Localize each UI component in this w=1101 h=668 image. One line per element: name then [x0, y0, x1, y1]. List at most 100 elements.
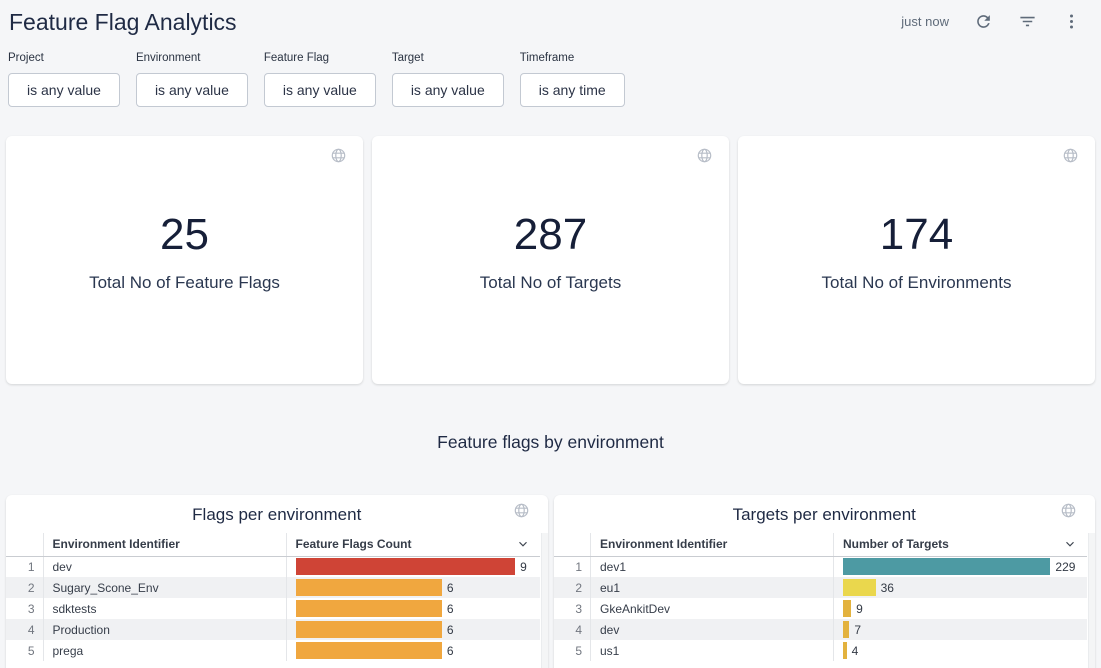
- value-bar[interactable]: [296, 558, 516, 575]
- table-row: 1dev1 229: [554, 556, 1088, 577]
- filter-label: Timeframe: [520, 52, 625, 64]
- filter-label: Feature Flag: [264, 52, 376, 64]
- table-row: 2Sugary_Scone_Env6: [6, 577, 540, 598]
- row-index: 4: [6, 619, 43, 640]
- environment-cell[interactable]: dev: [591, 619, 834, 640]
- kpi-card-feature-flags: 25 Total No of Feature Flags: [6, 136, 363, 384]
- column-header-environment[interactable]: Environment Identifier: [591, 533, 834, 556]
- table-row: 4Production 6: [6, 619, 540, 640]
- filter-timeframe-button[interactable]: is any time: [520, 73, 625, 107]
- filter-target: Target is any value: [392, 52, 504, 107]
- globe-icon: [330, 147, 347, 169]
- column-header-label: Number of Targets: [843, 537, 949, 551]
- chevron-down-icon[interactable]: [516, 537, 530, 554]
- value-cell[interactable]: 4: [834, 640, 1088, 661]
- column-header-environment[interactable]: Environment Identifier: [43, 533, 286, 556]
- table-title: Targets per environment: [554, 505, 1096, 525]
- value-cell[interactable]: 36: [834, 577, 1088, 598]
- filter-target-button[interactable]: is any value: [392, 73, 504, 107]
- value-cell[interactable]: 7: [834, 619, 1088, 640]
- environment-cell[interactable]: prega: [43, 640, 286, 661]
- globe-icon: [1062, 147, 1079, 169]
- filter-label: Project: [8, 52, 120, 64]
- row-index: 3: [554, 598, 591, 619]
- table-card-targets-per-environment: Targets per environment Environment Iden…: [554, 495, 1096, 668]
- bar-value-label: 6: [447, 602, 454, 616]
- row-index: 4: [554, 619, 591, 640]
- table-row: 4dev 7: [554, 619, 1088, 640]
- value-bar[interactable]: [843, 558, 1050, 575]
- kpi-label: Total No of Environments: [822, 273, 1012, 293]
- column-header-count[interactable]: Number of Targets: [834, 533, 1088, 556]
- environment-cell[interactable]: GkeAnkitDev: [591, 598, 834, 619]
- filter-icon[interactable]: [1017, 11, 1037, 31]
- table-scrollbar[interactable]: [1088, 533, 1095, 668]
- filter-project-button[interactable]: is any value: [8, 73, 120, 107]
- kpi-value: 174: [880, 213, 953, 257]
- kpi-card-environments: 174 Total No of Environments: [738, 136, 1095, 384]
- value-bar[interactable]: [843, 579, 876, 596]
- row-number-header: [6, 533, 43, 556]
- environment-cell[interactable]: dev1: [591, 556, 834, 577]
- targets-table: Environment Identifier Number of Targets…: [554, 533, 1088, 661]
- bar-value-label: 6: [447, 581, 454, 595]
- value-bar[interactable]: [296, 579, 442, 596]
- row-number-header: [554, 533, 591, 556]
- kpi-value: 287: [514, 213, 587, 257]
- dashboard-header: Feature Flag Analytics just now: [0, 0, 1101, 44]
- filter-label: Target: [392, 52, 504, 64]
- globe-icon: [696, 147, 713, 169]
- bar-value-label: 7: [854, 623, 861, 637]
- bar-value-label: 36: [881, 581, 894, 595]
- globe-icon: [513, 502, 530, 524]
- column-header-label: Feature Flags Count: [296, 537, 412, 551]
- table-title: Flags per environment: [6, 505, 548, 525]
- table-row: 5us14: [554, 640, 1088, 661]
- value-cell[interactable]: 229: [834, 556, 1088, 577]
- row-index: 1: [6, 556, 43, 577]
- environment-cell[interactable]: eu1: [591, 577, 834, 598]
- table-scrollbar[interactable]: [541, 533, 548, 668]
- value-cell[interactable]: 6: [286, 619, 540, 640]
- value-bar[interactable]: [296, 600, 442, 617]
- bar-value-label: 9: [856, 602, 863, 616]
- filter-feature-flag-button[interactable]: is any value: [264, 73, 376, 107]
- environment-cell[interactable]: Production: [43, 619, 286, 640]
- value-cell[interactable]: 9: [834, 598, 1088, 619]
- row-index: 5: [554, 640, 591, 661]
- environment-cell[interactable]: sdktests: [43, 598, 286, 619]
- bar-value-label: 6: [447, 623, 454, 637]
- filter-environment: Environment is any value: [136, 52, 248, 107]
- tables-row: Flags per environment Environment Identi…: [0, 495, 1101, 668]
- value-bar[interactable]: [296, 621, 442, 638]
- table-row: 3GkeAnkitDev 9: [554, 598, 1088, 619]
- value-cell[interactable]: 6: [286, 640, 540, 661]
- more-vert-icon[interactable]: [1061, 11, 1081, 31]
- value-cell[interactable]: 6: [286, 577, 540, 598]
- value-bar[interactable]: [843, 600, 851, 617]
- chevron-down-icon[interactable]: [1063, 537, 1077, 554]
- value-bar[interactable]: [843, 621, 849, 638]
- row-index: 1: [554, 556, 591, 577]
- row-index: 5: [6, 640, 43, 661]
- table-card-flags-per-environment: Flags per environment Environment Identi…: [6, 495, 548, 668]
- section-title: Feature flags by environment: [0, 432, 1101, 453]
- environment-cell[interactable]: Sugary_Scone_Env: [43, 577, 286, 598]
- bar-value-label: 229: [1055, 560, 1075, 574]
- refresh-icon[interactable]: [973, 11, 993, 31]
- column-header-count[interactable]: Feature Flags Count: [286, 533, 540, 556]
- environment-cell[interactable]: us1: [591, 640, 834, 661]
- bar-value-label: 9: [520, 560, 527, 574]
- filter-project: Project is any value: [8, 52, 120, 107]
- kpi-value: 25: [160, 213, 209, 257]
- table-row: 5prega6: [6, 640, 540, 661]
- filter-feature-flag: Feature Flag is any value: [264, 52, 376, 107]
- environment-cell[interactable]: dev: [43, 556, 286, 577]
- value-cell[interactable]: 9: [286, 556, 540, 577]
- kpi-label: Total No of Feature Flags: [89, 273, 280, 293]
- filter-environment-button[interactable]: is any value: [136, 73, 248, 107]
- kpi-row: 25 Total No of Feature Flags 287 Total N…: [0, 136, 1101, 384]
- value-cell[interactable]: 6: [286, 598, 540, 619]
- value-bar[interactable]: [843, 642, 847, 659]
- value-bar[interactable]: [296, 642, 442, 659]
